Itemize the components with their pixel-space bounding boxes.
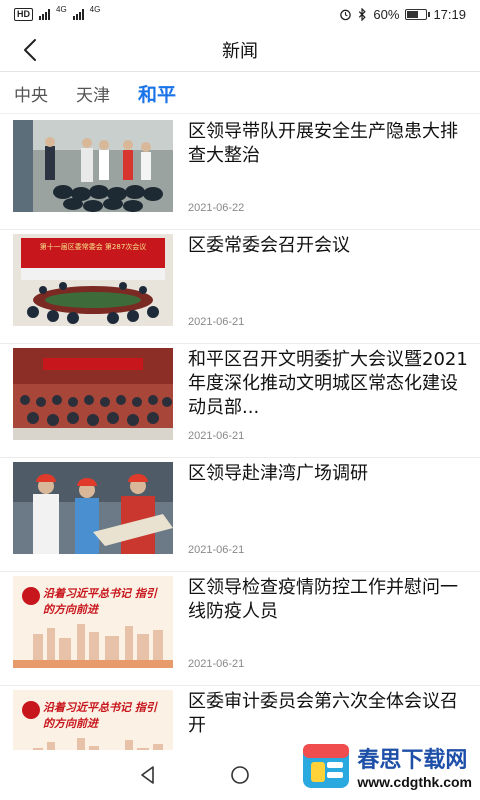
page-title: 新闻 bbox=[222, 40, 258, 62]
nav-back-triangle-icon[interactable] bbox=[137, 764, 159, 786]
news-title: 区委审计委员会第六次全体会议召开 bbox=[188, 691, 458, 736]
news-item[interactable]: 区领导赴津湾广场调研 2021-06-21 bbox=[0, 458, 480, 572]
watermark-name: 春思下载网 bbox=[357, 748, 468, 773]
signal-icon bbox=[39, 8, 50, 20]
news-item[interactable]: 沿着习近平总书记 指引的方向前进 区领导检查疫情防控工作并慰问一线防疫人员 20… bbox=[0, 572, 480, 686]
news-title: 区领导带队开展安全生产隐患大排查大整治 bbox=[188, 121, 458, 166]
tab-heping[interactable]: 和平 bbox=[138, 80, 176, 107]
signal-icon-2 bbox=[72, 8, 84, 20]
news-date: 2021-06-21 bbox=[188, 316, 245, 328]
battery-percent: 60% bbox=[373, 6, 400, 22]
watermark-url: www.cdgthk.com bbox=[357, 774, 472, 790]
network-type-label: 4G bbox=[56, 4, 67, 14]
news-title: 区委常委会召开会议 bbox=[188, 235, 350, 256]
network-type-label-2: 4G bbox=[89, 4, 101, 14]
category-tabs: 中央 天津 和平 bbox=[0, 74, 480, 114]
news-title: 区领导赴津湾广场调研 bbox=[188, 463, 368, 484]
clock: 17:19 bbox=[433, 6, 466, 22]
news-item[interactable]: 和平区召开文明委扩大会议暨2021年度深化推动文明城区常态化建设动员部... 2… bbox=[0, 344, 480, 458]
news-date: 2021-06-22 bbox=[188, 202, 245, 214]
news-list: 区领导带队开展安全生产隐患大排查大整治 2021-06-22 第十一届区委常委会… bbox=[0, 116, 480, 800]
status-right: 60% 17:19 bbox=[339, 7, 466, 22]
news-item[interactable]: 区领导带队开展安全生产隐患大排查大整治 2021-06-22 bbox=[0, 116, 480, 230]
nav-home-circle-icon[interactable] bbox=[229, 764, 251, 786]
news-thumbnail: 沿着习近平总书记 指引的方向前进 bbox=[13, 576, 173, 668]
news-item[interactable]: 第十一届区委常委会 第287次会议 区委常委会召开会议 2021-06-21 bbox=[0, 230, 480, 344]
news-title: 和平区召开文明委扩大会议暨2021年度深化推动文明城区常态化建设动员部... bbox=[188, 349, 468, 418]
hd-icon: HD bbox=[14, 7, 33, 21]
battery-fill bbox=[407, 10, 419, 18]
tab-tianjin[interactable]: 天津 bbox=[76, 81, 110, 106]
watermark-text: 春思下载网 www.cdgthk.com bbox=[357, 742, 472, 790]
back-arrow-icon[interactable] bbox=[18, 37, 44, 63]
watermark-logo-icon bbox=[303, 744, 350, 788]
thumbnail-banner-text: 沿着习近平总书记 指引的方向前进 bbox=[43, 587, 157, 616]
status-left: HD 4G 4G bbox=[14, 4, 101, 21]
battery-icon bbox=[405, 8, 431, 20]
site-watermark: 春思下载网 www.cdgthk.com bbox=[297, 738, 476, 794]
tab-zhongyang[interactable]: 中央 bbox=[14, 81, 48, 106]
bluetooth-icon bbox=[359, 7, 367, 21]
news-date: 2021-06-21 bbox=[188, 544, 245, 556]
news-thumbnail bbox=[13, 348, 173, 440]
news-thumbnail: 第十一届区委常委会 第287次会议 bbox=[13, 234, 173, 326]
news-date: 2021-06-21 bbox=[188, 658, 245, 670]
news-thumbnail bbox=[13, 120, 173, 212]
news-thumbnail bbox=[13, 462, 173, 554]
thumbnail-banner-text: 沿着习近平总书记 指引的方向前进 bbox=[43, 701, 157, 730]
status-bar: HD 4G 4G 60% 17:19 bbox=[0, 0, 480, 28]
alarm-icon bbox=[340, 9, 352, 20]
news-title: 区领导检查疫情防控工作并慰问一线防疫人员 bbox=[188, 577, 458, 622]
news-date: 2021-06-21 bbox=[188, 430, 245, 442]
thumbnail-banner-text: 第十一届区委常委会 第287次会议 bbox=[39, 243, 147, 251]
app-header: 新闻 bbox=[0, 28, 480, 72]
